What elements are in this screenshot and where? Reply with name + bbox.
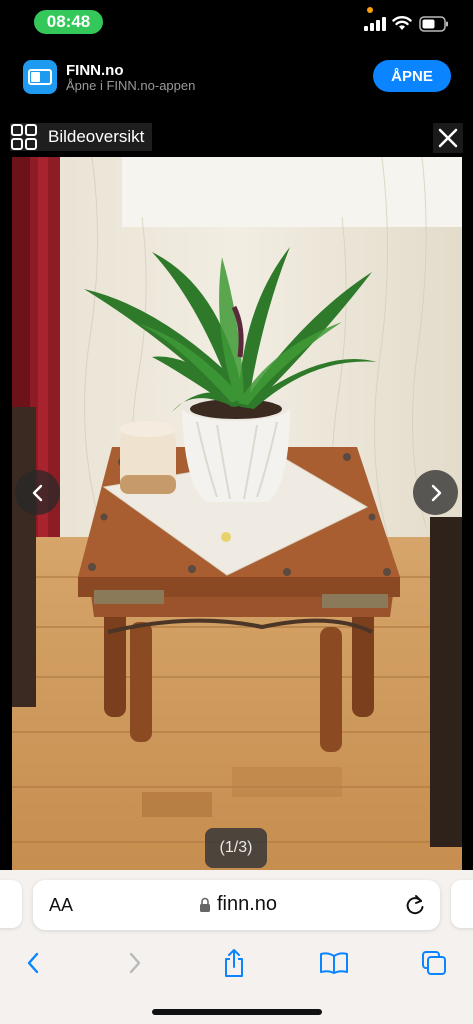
- grid-icon: [11, 124, 37, 150]
- status-bar: 08:48: [0, 0, 473, 46]
- text-size-button[interactable]: AA: [49, 895, 73, 916]
- smart-app-banner: FINN.no Åpne i FINN.no-appen ÅPNE: [0, 46, 473, 102]
- privacy-indicator-dot: [367, 7, 373, 13]
- image-overview-label: Bildeoversikt: [48, 127, 145, 146]
- tabs-button[interactable]: [417, 946, 451, 980]
- photo-table-with-plant: [12, 157, 462, 870]
- next-image-button[interactable]: [413, 470, 458, 515]
- chevron-right-icon: [431, 484, 441, 501]
- time-pill[interactable]: 08:48: [34, 10, 103, 34]
- previous-tab-card[interactable]: [0, 880, 22, 928]
- finn-logo-icon: [28, 69, 52, 85]
- lock-icon: [200, 897, 210, 912]
- next-tab-card[interactable]: [451, 880, 473, 928]
- home-indicator: [152, 1009, 322, 1015]
- cellular-signal-icon: [364, 17, 386, 31]
- safari-bottom-bar: AA finn.no: [0, 870, 473, 1024]
- chevron-left-icon: [32, 484, 42, 501]
- safari-toolbar: [0, 942, 473, 982]
- close-viewer-button[interactable]: [433, 123, 463, 153]
- tabs-icon: [422, 951, 446, 975]
- listing-photo[interactable]: [12, 157, 462, 870]
- address-bar[interactable]: AA finn.no: [33, 880, 440, 930]
- forward-button[interactable]: [118, 946, 152, 980]
- bookmarks-icon: [320, 952, 348, 974]
- bookmarks-button[interactable]: [317, 946, 351, 980]
- back-icon: [27, 952, 39, 974]
- image-overview-button[interactable]: Bildeoversikt: [10, 123, 152, 151]
- finn-app-icon[interactable]: [23, 60, 57, 94]
- banner-subtitle: Åpne i FINN.no-appen: [66, 78, 196, 93]
- open-app-button[interactable]: ÅPNE: [373, 60, 451, 92]
- image-counter: (1/3): [205, 828, 267, 868]
- previous-image-button[interactable]: [15, 470, 60, 515]
- wifi-icon: [392, 16, 412, 30]
- url-domain: finn.no: [217, 893, 278, 915]
- reload-icon[interactable]: [404, 893, 426, 917]
- battery-icon: [419, 16, 448, 32]
- forward-icon: [129, 952, 141, 974]
- share-button[interactable]: [217, 946, 251, 980]
- banner-title: FINN.no: [66, 62, 124, 79]
- close-icon: [438, 128, 458, 148]
- back-button[interactable]: [16, 946, 50, 980]
- share-icon: [225, 949, 243, 977]
- status-time: 08:48: [46, 12, 91, 31]
